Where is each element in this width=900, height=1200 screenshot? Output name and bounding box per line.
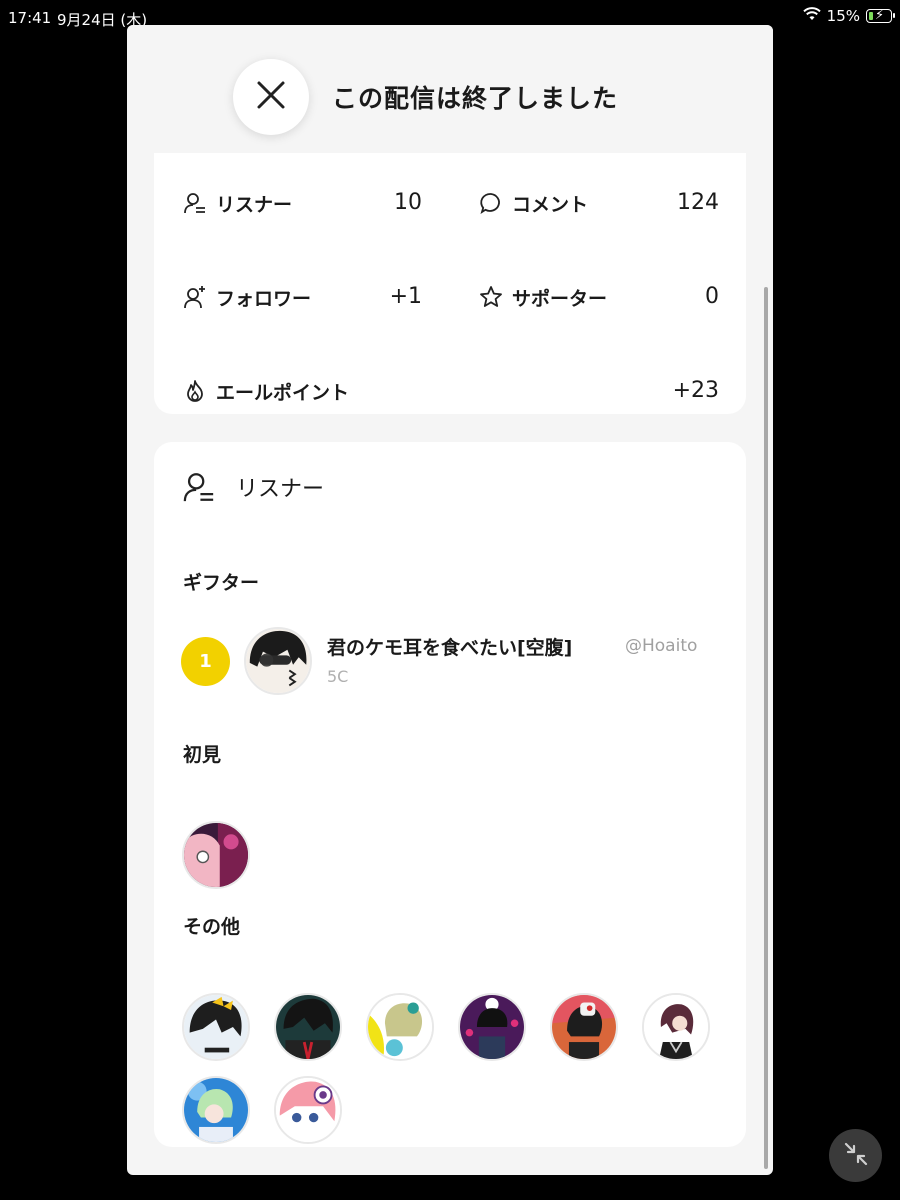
section-header: リスナー	[182, 470, 324, 504]
stat-yell-points: エールポイント	[182, 376, 349, 406]
minimize-button[interactable]	[829, 1129, 882, 1182]
stat-value: 0	[705, 284, 719, 309]
minimize-arrows-icon	[842, 1140, 870, 1172]
stat-value: +23	[672, 378, 719, 403]
avatar[interactable]	[244, 627, 312, 695]
first-time-label: 初見	[183, 744, 222, 766]
listener-card: リスナー ギフター 1 君のケモ耳を食べたい[空腹] @Hoaito 5C 初見…	[154, 442, 746, 1147]
stat-followers: フォロワー	[182, 282, 311, 312]
avatar[interactable]	[182, 993, 250, 1061]
battery-percent: 15%	[826, 7, 860, 25]
flame-icon	[182, 378, 208, 404]
close-button[interactable]	[233, 59, 309, 135]
gifter-sub: 5C	[327, 667, 349, 686]
section-title: リスナー	[236, 477, 325, 502]
avatar[interactable]	[550, 993, 618, 1061]
stat-label: エールポイント	[216, 381, 350, 404]
gifter-row[interactable]: 1 君のケモ耳を食べたい[空腹] @Hoaito 5C	[181, 626, 721, 696]
avatar[interactable]	[182, 821, 250, 889]
status-right: 15% ⚡	[802, 7, 895, 25]
page-title: この配信は終了しました	[332, 84, 619, 113]
add-user-icon	[182, 284, 208, 310]
avatar[interactable]	[274, 1076, 342, 1144]
gifter-name: 君のケモ耳を食べたい[空腹]	[327, 637, 573, 659]
stat-value: 124	[677, 190, 719, 215]
star-icon	[478, 284, 504, 310]
stats-card: リスナー 10 コメント 124 フォロワー +1 サポーター 0 エールポイン…	[154, 147, 746, 414]
sheet-header: この配信は終了しました	[127, 25, 773, 153]
scrollbar[interactable]	[764, 287, 768, 1169]
listener-icon	[182, 470, 216, 504]
avatar[interactable]	[274, 993, 342, 1061]
stat-comments: コメント	[478, 188, 588, 218]
avatar[interactable]	[458, 993, 526, 1061]
wifi-icon	[802, 7, 821, 25]
stat-value: +1	[389, 284, 422, 309]
avatar[interactable]	[182, 1076, 250, 1144]
gifter-handle: @Hoaito	[625, 636, 698, 656]
stat-label: コメント	[512, 193, 589, 216]
gifter-label: ギフター	[183, 572, 260, 594]
close-icon	[255, 79, 287, 115]
stat-label: リスナー	[216, 193, 293, 216]
stat-label: フォロワー	[216, 287, 312, 310]
stat-listeners: リスナー	[182, 188, 292, 218]
avatar[interactable]	[366, 993, 434, 1061]
stat-value: 10	[394, 190, 422, 215]
battery-icon: ⚡	[866, 8, 895, 23]
stat-supporters: サポーター	[478, 282, 607, 312]
stream-ended-sheet: この配信は終了しました リスナー 10 コメント 124 フォロワー +1 サポ…	[127, 25, 773, 1175]
listener-icon	[182, 190, 208, 216]
status-time: 17:41	[8, 9, 52, 27]
avatar[interactable]	[642, 993, 710, 1061]
stat-label: サポーター	[512, 287, 608, 310]
comment-icon	[478, 190, 504, 216]
rank-badge: 1	[181, 637, 230, 686]
others-label: その他	[183, 916, 241, 938]
